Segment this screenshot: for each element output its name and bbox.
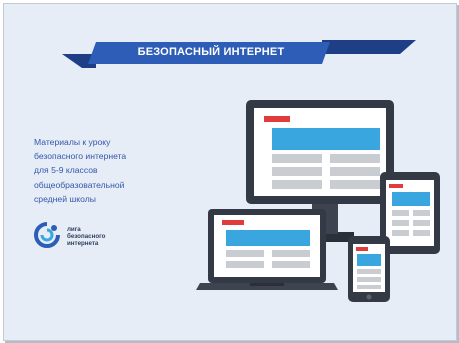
laptop-icon <box>196 209 338 290</box>
smartphone-icon <box>348 236 390 302</box>
slide-frame: БЕЗОПАСНЫЙ ИНТЕРНЕТ Материалы к уроку бе… <box>3 3 457 341</box>
devices-illustration <box>196 100 440 302</box>
